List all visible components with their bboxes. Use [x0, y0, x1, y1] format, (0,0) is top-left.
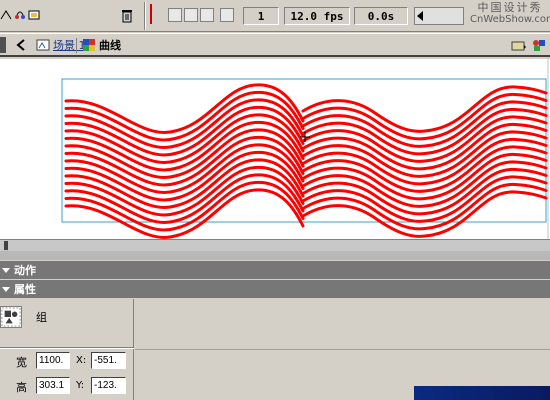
add-guide-layer-icon[interactable]: [14, 9, 26, 21]
x-field[interactable]: -551.: [91, 352, 126, 369]
wave-group[interactable]: [64, 83, 548, 239]
height-label: 高: [16, 381, 27, 394]
properties-left-column: 组 宽 1100. X: -551. 高 303.1 Y: -123.: [0, 299, 134, 400]
stage-canvas[interactable]: [0, 59, 550, 239]
insert-folder-icon[interactable]: [28, 9, 40, 21]
scroll-thumb[interactable]: [4, 241, 8, 250]
scene-name: 场景 1: [53, 39, 86, 52]
watermark-line1: 中国设计秀: [477, 1, 543, 14]
stage-horizontal-scrollbar[interactable]: [0, 239, 550, 251]
collapse-triangle-icon: [2, 267, 10, 273]
current-frame-readout: 1: [243, 7, 279, 25]
group-icon: [0, 306, 22, 328]
properties-right-divider: [135, 349, 550, 350]
properties-panel-title: 属性: [14, 283, 36, 296]
width-field[interactable]: 1100.: [36, 352, 70, 369]
center-frame-button[interactable]: [168, 8, 182, 22]
scene-icon: [36, 39, 50, 51]
y-field[interactable]: -123.: [91, 377, 126, 394]
motion-guide-icon[interactable]: [0, 9, 12, 21]
delete-layer-icon[interactable]: [121, 9, 133, 23]
watermark-line2: CnWebShow.com: [470, 14, 550, 25]
frame-rate-readout: 12.0 fps: [284, 7, 350, 25]
back-arrow-icon[interactable]: [14, 38, 28, 52]
edit-multiple-frames-button[interactable]: [220, 8, 234, 22]
width-label: 宽: [16, 356, 27, 369]
properties-separator: [0, 347, 134, 349]
edit-symbols-icon[interactable]: [531, 38, 547, 52]
breadcrumb-scene[interactable]: 场景 1: [36, 37, 86, 53]
playhead[interactable]: [150, 4, 152, 24]
timeline-scrollbar[interactable]: [414, 7, 464, 25]
window-edge-strip: [414, 386, 550, 400]
symbol-name: 曲线: [99, 39, 121, 52]
stage[interactable]: [0, 59, 550, 239]
watermark: 中国设计秀 CnWebShow.com: [470, 2, 550, 26]
actions-panel-title: 动作: [14, 264, 36, 277]
actions-panel-header[interactable]: 动作: [0, 261, 550, 279]
y-label: Y:: [76, 380, 85, 391]
collapse-triangle-icon: [2, 286, 10, 292]
x-label: X:: [76, 355, 87, 366]
edit-bar: 场景 1 曲线: [0, 33, 550, 57]
elapsed-time-readout: 0.0s: [354, 7, 408, 25]
properties-panel-header[interactable]: 属性: [0, 280, 550, 298]
layer-tools: [0, 9, 40, 23]
onion-skin-outlines-button[interactable]: [200, 8, 214, 22]
scroll-left-arrow-icon[interactable]: [417, 11, 423, 21]
onion-skin-button[interactable]: [184, 8, 198, 22]
selection-type-label: 组: [36, 311, 47, 324]
panel-divider[interactable]: [0, 251, 550, 260]
edit-bar-edge: [0, 37, 6, 53]
timeline-toolbar: 1 12.0 fps 0.0s 中国设计秀 CnWebShow.com: [0, 0, 550, 32]
breadcrumb-symbol[interactable]: 曲线: [82, 37, 121, 53]
breadcrumb-separator: [76, 38, 77, 53]
edit-scene-icon[interactable]: [511, 38, 527, 52]
timeline-separator: [144, 2, 146, 30]
height-field[interactable]: 303.1: [36, 377, 70, 394]
graphic-symbol-icon: [83, 39, 95, 51]
